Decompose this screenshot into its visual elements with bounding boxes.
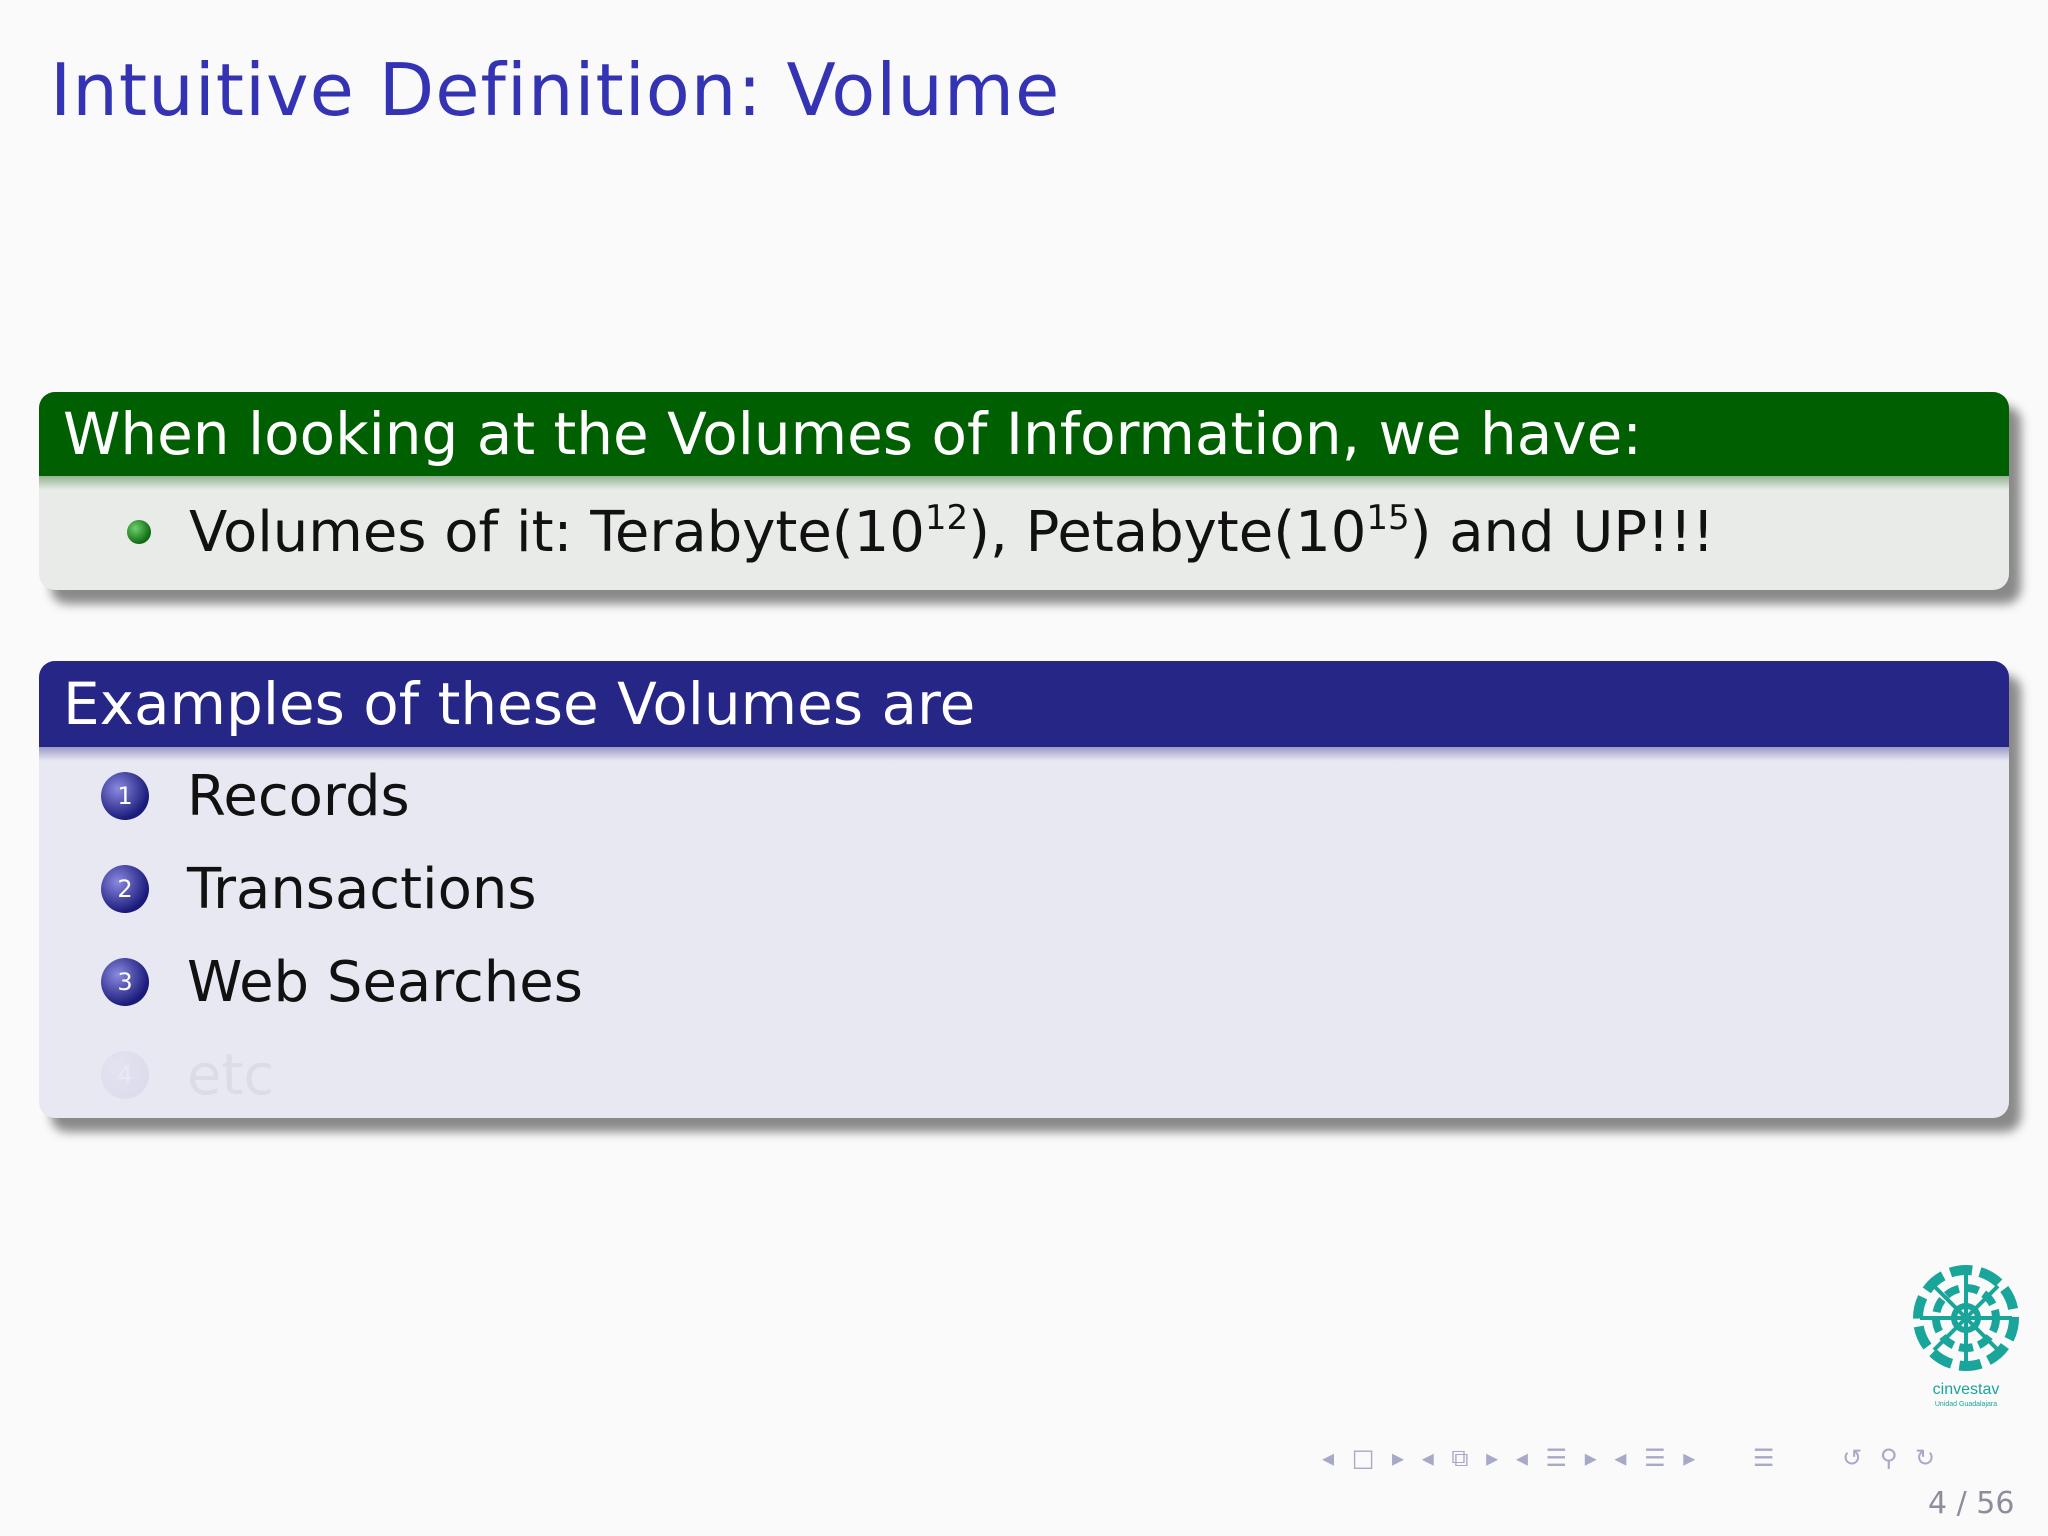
cinvestav-logo-icon: cinvestav Unidad Guadalajara <box>1913 1265 2019 1408</box>
forward-icon[interactable]: ↻ <box>1915 1444 1935 1472</box>
block-heading: Examples of these Volumes are <box>39 661 2009 761</box>
number-badge: 4 <box>101 1051 149 1099</box>
list-item-label: Transactions <box>187 856 537 922</box>
list-item: 3 Web Searches <box>39 947 583 1017</box>
arrow-right-icon[interactable]: ▸ <box>1683 1444 1695 1472</box>
section-icon[interactable]: ☰ <box>1546 1444 1568 1472</box>
bullet-icon <box>127 520 151 544</box>
beamer-navigation: ◂ □ ▸ ◂ ⧉ ▸ ◂ ☰ ▸ ◂ ☰ ▸ ☰ ↺ ⚲ ↻ <box>1322 1444 1945 1472</box>
list-item: Volumes of it: Terabyte(1012), Petabyte(… <box>39 492 1715 572</box>
arrow-right-icon[interactable]: ▸ <box>1585 1444 1597 1472</box>
number-badge: 3 <box>101 958 149 1006</box>
arrow-left-icon[interactable]: ◂ <box>1516 1444 1528 1472</box>
arrow-right-icon[interactable]: ▸ <box>1392 1444 1404 1472</box>
arrow-left-icon[interactable]: ◂ <box>1422 1444 1434 1472</box>
number-badge: 2 <box>101 865 149 913</box>
page-number: 4 / 56 <box>1928 1486 2015 1521</box>
slide-title: Intuitive Definition: Volume <box>50 48 1061 132</box>
list-item-label: Records <box>187 763 410 829</box>
list-item-hidden: 4 etc <box>39 1040 274 1110</box>
block-heading: When looking at the Volumes of Informati… <box>39 392 2009 490</box>
list-item: 2 Transactions <box>39 854 537 924</box>
back-icon[interactable]: ↺ <box>1842 1444 1862 1472</box>
number-badge: 1 <box>101 772 149 820</box>
logo-wordmark: cinvestav <box>1933 1381 2000 1398</box>
search-icon[interactable]: ⚲ <box>1880 1444 1898 1472</box>
bullet-text: Volumes of it: Terabyte(1012), Petabyte(… <box>189 497 1715 565</box>
list-item-label: Web Searches <box>187 949 583 1015</box>
subsection-icon[interactable]: ⧉ <box>1451 1444 1468 1472</box>
list-item: 1 Records <box>39 761 410 831</box>
arrow-right-icon[interactable]: ▸ <box>1486 1444 1498 1472</box>
info-block-volumes: When looking at the Volumes of Informati… <box>39 392 2009 590</box>
align-icon[interactable]: ☰ <box>1753 1444 1775 1472</box>
frame-icon[interactable]: □ <box>1352 1444 1375 1472</box>
logo-subtitle: Unidad Guadalajara <box>1935 1401 1997 1408</box>
list-item-label: etc <box>187 1042 275 1108</box>
examples-block: Examples of these Volumes are 1 Records … <box>39 661 2009 1118</box>
arrow-left-icon[interactable]: ◂ <box>1322 1444 1334 1472</box>
arrow-left-icon[interactable]: ◂ <box>1614 1444 1626 1472</box>
section-icon[interactable]: ☰ <box>1644 1444 1666 1472</box>
